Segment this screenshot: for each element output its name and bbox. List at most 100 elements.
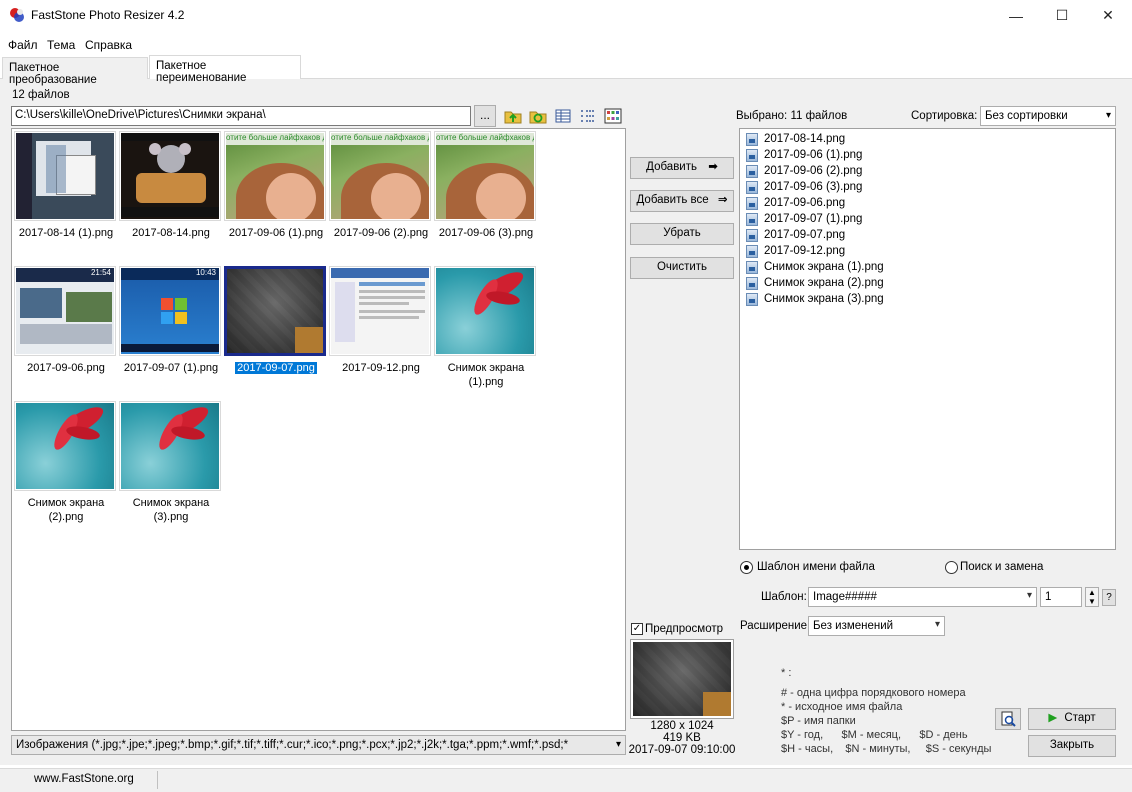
sort-select[interactable]: Без сортировки ▾ [980, 106, 1116, 126]
image-file-icon [746, 260, 758, 274]
window-title: FastStone Photo Resizer 4.2 [31, 8, 185, 22]
list-item[interactable]: Снимок экрана (2).png [746, 275, 1109, 291]
thumbnail-item[interactable]: отите больше лайфхаков для н 2017-09-06 … [224, 131, 328, 240]
thumbnail-overlay: отите больше лайфхаков для н [436, 133, 534, 145]
preview-filesize: 419 KB [663, 732, 701, 744]
thumbnail-grid[interactable]: 2017-08-14 (1).png 2017-08-14.png отите … [11, 128, 626, 731]
thumbnail-overlay: отите больше лайфхаков для н [226, 133, 324, 145]
image-file-icon [746, 164, 758, 178]
list-item[interactable]: Снимок экрана (3).png [746, 291, 1109, 307]
clear-button[interactable]: Очистить [630, 257, 734, 279]
thumbnail-item[interactable]: Снимок экрана (2).png [14, 401, 118, 524]
thumbnail-caption: Снимок экрана (3).png [132, 497, 210, 523]
list-item[interactable]: Снимок экрана (1).png [746, 259, 1109, 275]
details-view-icon[interactable] [554, 107, 572, 125]
image-file-icon [746, 180, 758, 194]
help-line: # - одна цифра порядкового номера [781, 687, 966, 699]
list-item[interactable]: 2017-09-06 (3).png [746, 179, 1109, 195]
menu-help[interactable]: Справка [85, 38, 132, 52]
start-button[interactable]: ▶ Старт [1028, 708, 1116, 730]
browse-folder-button[interactable]: ... [474, 105, 496, 127]
thumbnail-image [434, 266, 536, 356]
thumbnail-item[interactable]: 2017-09-12.png [329, 266, 433, 375]
sort-label: Сортировка: [911, 110, 978, 122]
folder-up-icon[interactable] [504, 107, 522, 125]
add-all-button[interactable]: Добавить все ⇒ [630, 190, 734, 212]
close-button[interactable]: Закрыть [1028, 735, 1116, 757]
title-bar: FastStone Photo Resizer 4.2 — ☐ ✕ [0, 0, 1132, 31]
help-line: * - исходное имя файла [781, 701, 903, 713]
list-item[interactable]: 2017-09-06.png [746, 195, 1109, 211]
image-file-icon [746, 276, 758, 290]
file-count: 12 файлов [12, 89, 70, 101]
file-name: 2017-08-14.png [764, 133, 846, 145]
maximize-button[interactable]: ☐ [1039, 0, 1085, 31]
file-name: Снимок экрана (3).png [764, 293, 884, 305]
thumbnail-caption: 2017-09-07 (1).png [123, 362, 219, 374]
thumbnail-image: 21:54 [14, 266, 116, 356]
add-button[interactable]: Добавить ➡ [630, 157, 734, 179]
extension-label: Расширение: [740, 620, 811, 632]
extension-select[interactable]: Без изменений ▾ [808, 616, 945, 636]
template-help-button[interactable]: ? [1102, 589, 1116, 606]
file-type-filter-select[interactable]: Изображения (*.jpg;*.jpe;*.jpeg;*.bmp;*.… [11, 735, 626, 755]
selected-files-list[interactable]: 2017-08-14.png 2017-09-06 (1).png 2017-0… [739, 128, 1116, 550]
tab-batch-rename[interactable]: Пакетное переименование [149, 55, 301, 84]
file-name: 2017-09-06 (1).png [764, 149, 863, 161]
thumbnail-item[interactable]: 2017-09-07.png [224, 266, 328, 375]
list-item[interactable]: 2017-09-12.png [746, 243, 1109, 259]
template-mode-label: Шаблон имени файла [757, 561, 875, 573]
list-item[interactable]: 2017-09-07.png [746, 227, 1109, 243]
template-input[interactable]: Image##### ▾ [808, 587, 1037, 607]
help-line: $P - имя папки [781, 715, 856, 727]
website-link[interactable]: www.FastStone.org [34, 773, 134, 785]
file-name: 2017-09-06.png [764, 197, 846, 209]
list-view-icon[interactable] [579, 107, 597, 125]
list-item[interactable]: 2017-09-07 (1).png [746, 211, 1109, 227]
list-item[interactable]: 2017-09-06 (2).png [746, 163, 1109, 179]
thumbnail-caption: 2017-09-06 (2).png [333, 227, 429, 239]
search-replace-radio[interactable] [945, 561, 958, 574]
thumbnail-caption: 2017-09-06 (3).png [438, 227, 534, 239]
list-item[interactable]: 2017-09-06 (1).png [746, 147, 1109, 163]
tab-batch-convert[interactable]: Пакетное преобразование [2, 57, 148, 86]
thumbnail-caption-selected: 2017-09-07.png [235, 362, 317, 374]
thumbnail-image [329, 266, 431, 356]
thumbnail-item[interactable]: 2017-08-14.png [119, 131, 223, 240]
thumbnail-overlay: отите больше лайфхаков для н [331, 133, 429, 145]
list-item[interactable]: 2017-08-14.png [746, 131, 1109, 147]
template-mode-radio[interactable] [740, 561, 753, 574]
help-line: * : [781, 667, 792, 679]
folder-path-input[interactable]: C:\Users\kille\OneDrive\Pictures\Снимки … [11, 106, 471, 126]
thumbnail-item[interactable]: отите больше лайфхаков для н 2017-09-06 … [329, 131, 433, 240]
chevron-down-icon[interactable]: ▾ [1027, 590, 1032, 601]
thumbnail-view-icon[interactable] [604, 107, 622, 125]
preview-label: Предпросмотр [645, 623, 723, 635]
file-name: 2017-09-06 (3).png [764, 181, 863, 193]
thumbnail-item[interactable]: 21:54 2017-09-06.png [14, 266, 118, 375]
thumbnail-image [119, 401, 221, 491]
start-number-stepper[interactable]: ▲ ▼ [1085, 587, 1099, 607]
preview-rename-button[interactable] [995, 708, 1021, 730]
file-name: 2017-09-07.png [764, 229, 846, 241]
start-button-label: Старт [1064, 712, 1096, 724]
minimize-button[interactable]: — [993, 0, 1039, 31]
menu-file[interactable]: Файл [8, 38, 38, 52]
preview-checkbox[interactable]: ✓ [631, 623, 643, 635]
menu-theme[interactable]: Тема [47, 38, 75, 52]
thumbnail-item[interactable]: Снимок экрана (3).png [119, 401, 223, 524]
magnifier-icon [1001, 711, 1016, 727]
refresh-folder-icon[interactable] [529, 107, 547, 125]
start-number-input[interactable]: 1 [1040, 587, 1082, 607]
thumbnail-image [14, 401, 116, 491]
thumbnail-item[interactable]: 2017-08-14 (1).png [14, 131, 118, 240]
remove-button[interactable]: Убрать [630, 223, 734, 245]
double-arrow-right-icon: ⇒ [717, 194, 728, 206]
image-file-icon [746, 132, 758, 146]
thumbnail-item[interactable]: Снимок экрана (1).png [434, 266, 538, 389]
preview-dimensions: 1280 x 1024 [650, 720, 714, 732]
thumbnail-item[interactable]: 10:43 2017-09-07 (1).png [119, 266, 223, 375]
image-file-icon [746, 244, 758, 258]
close-window-button[interactable]: ✕ [1085, 0, 1131, 31]
thumbnail-item[interactable]: отите больше лайфхаков для н 2017-09-06 … [434, 131, 538, 240]
